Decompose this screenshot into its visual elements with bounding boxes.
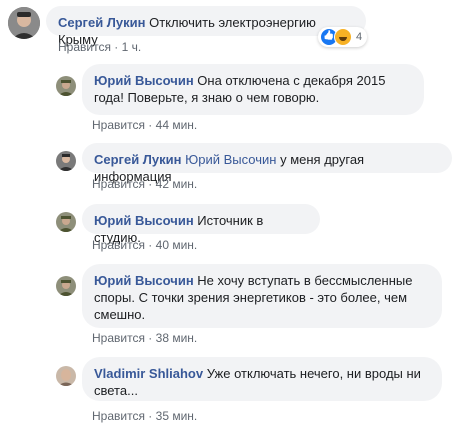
comment-meta: Нравится · 1 ч.: [58, 40, 141, 54]
avatar[interactable]: [56, 212, 76, 232]
comment-meta: Нравится · 44 мин.: [92, 118, 197, 132]
avatar-photo-icon: [56, 151, 76, 171]
separator: ·: [148, 177, 153, 191]
avatar-photo-icon: [56, 212, 76, 232]
comment-bubble: Vladimir Shliahov Уже отключать нечего, …: [82, 357, 442, 401]
separator: ·: [148, 118, 153, 132]
avatar-photo-icon: [56, 276, 76, 296]
comment-bubble: Юрий Высочин Источник в студию.: [82, 204, 320, 245]
comment-time[interactable]: 44 мин.: [156, 118, 198, 132]
comment-author[interactable]: Сергей Лукин: [58, 15, 146, 30]
avatar[interactable]: [56, 151, 76, 171]
comment-bubble: Сергей Лукин Отключить электроэнергию Кр…: [46, 6, 366, 47]
avatar[interactable]: [56, 366, 76, 386]
like-link[interactable]: Нравится: [92, 238, 145, 252]
comment-time[interactable]: 42 мин.: [156, 177, 198, 191]
comment-author[interactable]: Юрий Высочин: [94, 213, 194, 228]
like-link[interactable]: Нравится: [92, 409, 145, 423]
comment-bubble: Сергей Лукин Юрий Высочин у меня другая …: [82, 143, 452, 184]
like-link[interactable]: Нравится: [92, 177, 145, 191]
comment-meta: Нравится · 40 мин.: [92, 238, 197, 252]
comment-mention[interactable]: Юрий Высочин: [185, 152, 276, 167]
like-link[interactable]: Нравится: [92, 331, 145, 345]
reactions-summary[interactable]: 4: [318, 27, 368, 47]
comment-bubble: Юрий Высочин Не хочу вступать в бессмысл…: [82, 264, 442, 328]
comment-bubble: Юрий Высочин Она отключена с декабря 201…: [82, 64, 424, 115]
comment-meta: Нравится · 42 мин.: [92, 177, 197, 191]
comment-time[interactable]: 38 мин.: [156, 331, 198, 345]
avatar[interactable]: [8, 7, 40, 39]
comment-author[interactable]: Юрий Высочин: [94, 273, 194, 288]
comment-author[interactable]: Сергей Лукин: [94, 152, 182, 167]
reaction-count: 4: [356, 31, 363, 43]
avatar-photo-icon: [56, 366, 76, 386]
comment-time[interactable]: 35 мин.: [156, 409, 198, 423]
separator: ·: [148, 238, 153, 252]
comment-time[interactable]: 1 ч.: [122, 40, 142, 54]
separator: ·: [114, 40, 119, 54]
avatar[interactable]: [56, 276, 76, 296]
haha-icon: [334, 28, 352, 46]
like-link[interactable]: Нравится: [92, 118, 145, 132]
comment-meta: Нравится · 35 мин.: [92, 409, 197, 423]
avatar-photo-icon: [8, 7, 40, 39]
avatar[interactable]: [56, 76, 76, 96]
comment-meta: Нравится · 38 мин.: [92, 331, 197, 345]
separator: ·: [148, 331, 153, 345]
separator: ·: [148, 409, 153, 423]
comment-author[interactable]: Юрий Высочин: [94, 73, 194, 88]
like-link[interactable]: Нравится: [58, 40, 111, 54]
comment-time[interactable]: 40 мин.: [156, 238, 198, 252]
comment-author[interactable]: Vladimir Shliahov: [94, 366, 203, 381]
avatar-photo-icon: [56, 76, 76, 96]
